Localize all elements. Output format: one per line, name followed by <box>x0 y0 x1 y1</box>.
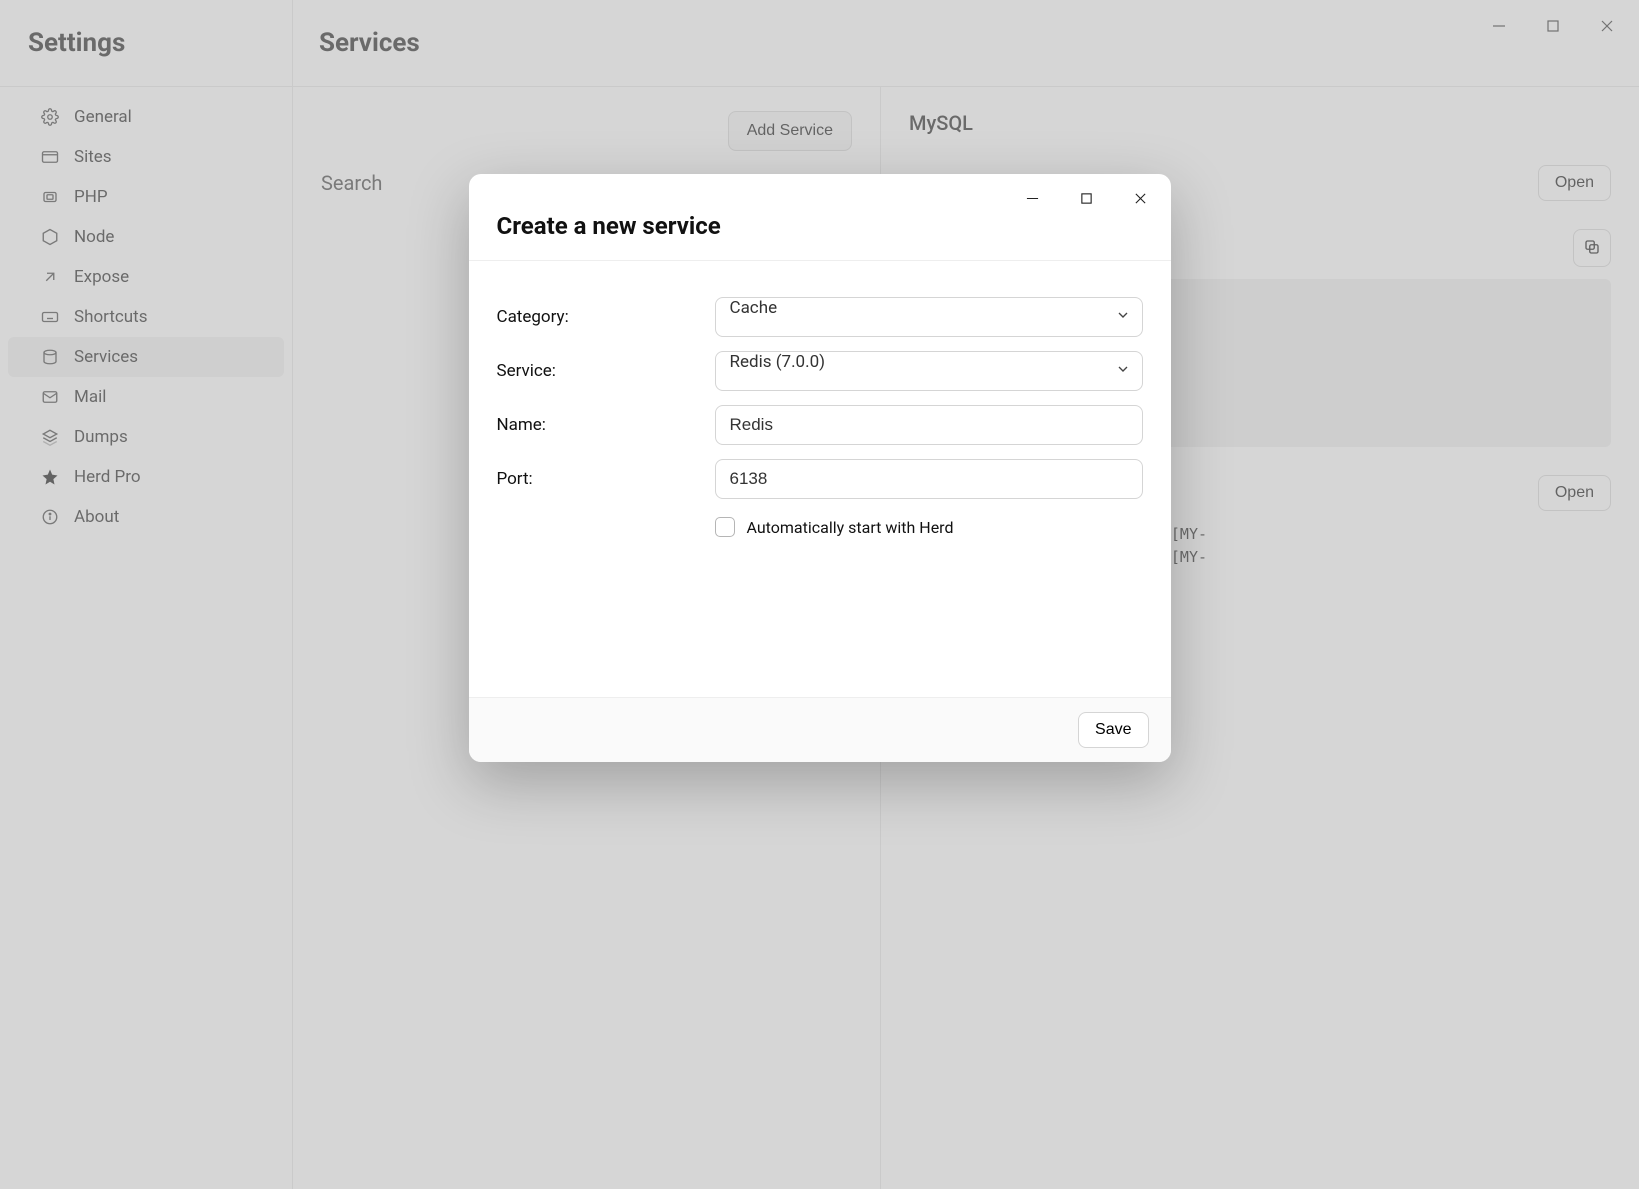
modal-minimize-button[interactable] <box>1019 184 1047 212</box>
port-input[interactable] <box>715 459 1143 499</box>
name-input[interactable] <box>715 405 1143 445</box>
create-service-modal: Create a new service Category: Cache Ser… <box>469 174 1171 762</box>
service-select[interactable]: Redis (7.0.0) <box>715 351 1143 391</box>
modal-close-button[interactable] <box>1127 184 1155 212</box>
service-value: Redis (7.0.0) <box>730 352 826 372</box>
modal-title: Create a new service <box>497 212 1143 240</box>
autostart-checkbox[interactable] <box>715 517 735 537</box>
port-row: Port: <box>497 459 1143 499</box>
service-label: Service: <box>497 361 715 381</box>
autostart-row: Automatically start with Herd <box>497 517 1143 537</box>
category-value: Cache <box>730 298 778 318</box>
modal-maximize-button[interactable] <box>1073 184 1101 212</box>
save-button[interactable]: Save <box>1078 712 1148 748</box>
modal-body: Category: Cache Service: Redis (7.0.0) <box>469 261 1171 697</box>
name-row: Name: <box>497 405 1143 445</box>
category-select[interactable]: Cache <box>715 297 1143 337</box>
port-label: Port: <box>497 469 715 489</box>
modal-header: Create a new service <box>469 212 1171 261</box>
service-row: Service: Redis (7.0.0) <box>497 351 1143 391</box>
category-row: Category: Cache <box>497 297 1143 337</box>
category-label: Category: <box>497 307 715 327</box>
modal-footer: Save <box>469 697 1171 762</box>
autostart-label: Automatically start with Herd <box>747 518 954 537</box>
name-label: Name: <box>497 415 715 435</box>
modal-overlay: Create a new service Category: Cache Ser… <box>0 0 1639 1189</box>
modal-window-controls <box>469 174 1171 212</box>
